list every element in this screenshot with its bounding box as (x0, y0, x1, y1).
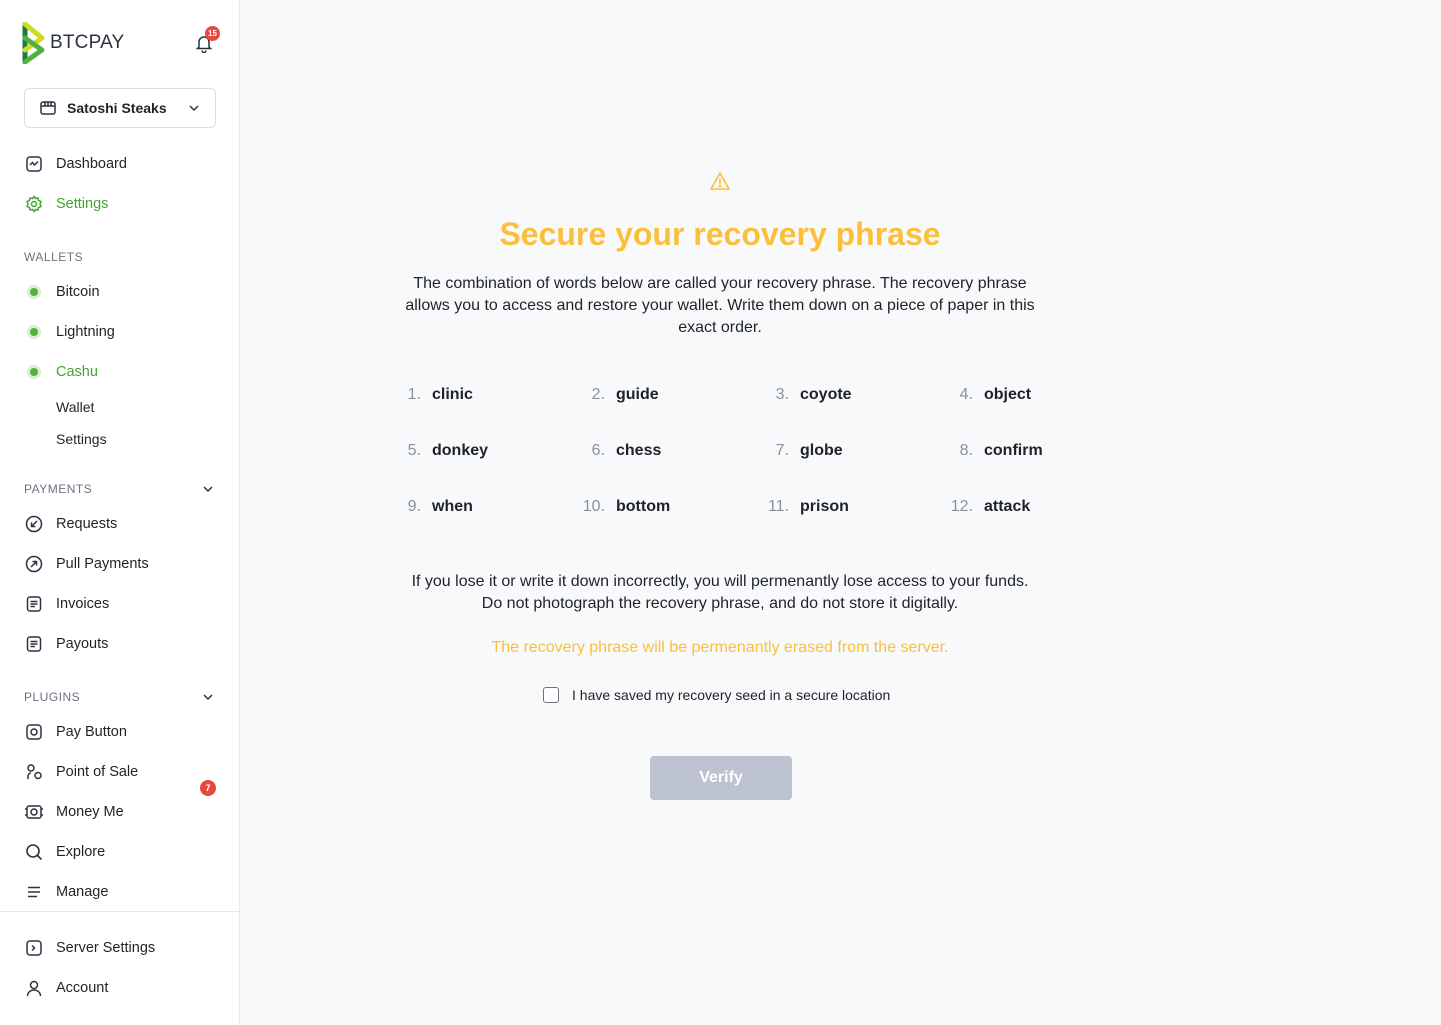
nav-label: Server Settings (56, 940, 156, 956)
chevron-down-icon (189, 105, 199, 112)
logo-text: BTCPAY (50, 32, 125, 53)
nav-label: Account (56, 980, 109, 996)
recovery-word: 10. bottom (582, 498, 671, 515)
intro-text: The combination of words below are calle… (405, 275, 1035, 336)
pos-icon (24, 762, 44, 782)
confirm-saved-row[interactable]: I have saved my recovery seed in a secur… (543, 687, 890, 703)
warning-icon (710, 172, 730, 190)
nav-label: Explore (56, 844, 106, 860)
nav-label: Money Me (56, 804, 124, 820)
money-icon (24, 802, 44, 822)
dashboard-icon (24, 154, 44, 174)
payments-header: PAYMENTS (24, 482, 93, 496)
menu-icon (24, 882, 44, 902)
nav-requests[interactable]: Requests (24, 512, 117, 536)
document-icon (24, 594, 44, 614)
recovery-word: 1. clinic (407, 386, 473, 403)
recovery-word: 7. globe (775, 442, 843, 459)
pay-button-icon (24, 722, 44, 742)
confirm-saved-checkbox[interactable] (543, 687, 559, 703)
btcpay-logo[interactable]: BTCPAY (22, 22, 124, 64)
nav-label: Manage (56, 884, 109, 900)
nav-label: Requests (56, 516, 118, 532)
recovery-word: 12. attack (950, 498, 1031, 515)
nav-money-me[interactable]: Money Me (24, 800, 124, 824)
loss-warning-line: If you lose it or write it down incorrec… (411, 573, 1029, 590)
chevron-down-icon[interactable] (200, 689, 216, 705)
nav-explore[interactable]: Explore (24, 840, 105, 864)
nav-label: Cashu (56, 364, 98, 380)
recovery-word: 8. confirm (959, 442, 1043, 459)
gear-icon (24, 194, 44, 214)
nav-account[interactable]: Account (24, 976, 108, 1000)
sidebar: BTCPAY 15 Satoshi Steaks Dashboard Setti… (0, 0, 240, 1025)
divider (0, 911, 240, 912)
main-content: Secure your recovery phrase The combinat… (241, 0, 1441, 1025)
nav-label: Bitcoin (56, 284, 100, 300)
nav-wallet-bitcoin[interactable]: Bitcoin (24, 280, 100, 304)
store-name: Satoshi Steaks (67, 100, 167, 116)
nav-cashu-wallet[interactable]: Wallet (56, 399, 94, 415)
recovery-word: 6. chess (591, 442, 662, 459)
nav-label: Lightning (56, 324, 115, 340)
verify-button[interactable]: Verify (650, 756, 792, 800)
user-icon (24, 978, 44, 998)
nav-point-of-sale[interactable]: Point of Sale (24, 760, 138, 784)
btcpay-logo-icon (22, 22, 45, 64)
nav-wallet-cashu[interactable]: Cashu (24, 360, 98, 384)
store-icon (40, 101, 56, 115)
terminal-icon (24, 938, 44, 958)
recovery-word: 11. prison (767, 498, 849, 515)
loss-warning-line: Do not photograph the recovery phrase, a… (481, 595, 959, 612)
status-dot (27, 365, 41, 379)
nav-label: Pull Payments (56, 556, 149, 572)
nav-label: Pay Button (56, 724, 127, 740)
status-dot (27, 285, 41, 299)
confirm-saved-label: I have saved my recovery seed in a secur… (572, 687, 891, 703)
chevron-down-icon[interactable] (200, 481, 216, 497)
nav-label: Settings (56, 196, 109, 212)
recovery-word: 2. guide (591, 386, 659, 403)
nav-invoices[interactable]: Invoices (24, 592, 109, 616)
nav-cashu-settings[interactable]: Settings (56, 431, 107, 447)
nav-dashboard[interactable]: Dashboard (24, 152, 127, 176)
nav-label: Dashboard (56, 156, 127, 172)
nav-label: Point of Sale (56, 764, 139, 780)
wallets-header: WALLETS (24, 250, 84, 264)
nav-pull-payments[interactable]: Pull Payments (24, 552, 149, 576)
document-icon (24, 634, 44, 654)
nav-server-settings[interactable]: Server Settings (24, 936, 155, 960)
nav-payouts[interactable]: Payouts (24, 632, 108, 656)
status-dot (27, 325, 41, 339)
search-icon (24, 842, 44, 862)
recovery-word: 4. object (959, 386, 1032, 403)
nav-settings[interactable]: Settings (24, 192, 108, 216)
recovery-word: 5. donkey (407, 442, 489, 459)
arrow-in-circle-icon (24, 514, 44, 534)
nav-wallet-lightning[interactable]: Lightning (24, 320, 115, 344)
nav-pay-button[interactable]: Pay Button (24, 720, 127, 744)
nav-manage[interactable]: Manage (24, 880, 108, 904)
store-selector[interactable]: Satoshi Steaks (24, 88, 216, 128)
plugins-header: PLUGINS (24, 690, 81, 704)
page-title: Secure your recovery phrase (499, 216, 941, 252)
erase-notice: The recovery phrase will be permenantly … (491, 639, 949, 656)
notification-badge: 15 (205, 26, 220, 41)
recovery-word: 9. when (407, 498, 473, 515)
loss-warning: If you lose it or write it down incorrec… (241, 571, 1199, 615)
plugins-badge: 7 (200, 780, 216, 796)
arrow-out-circle-icon (24, 554, 44, 574)
nav-label: Payouts (56, 636, 109, 652)
recovery-word: 3. coyote (775, 386, 852, 403)
nav-label: Invoices (56, 596, 110, 612)
